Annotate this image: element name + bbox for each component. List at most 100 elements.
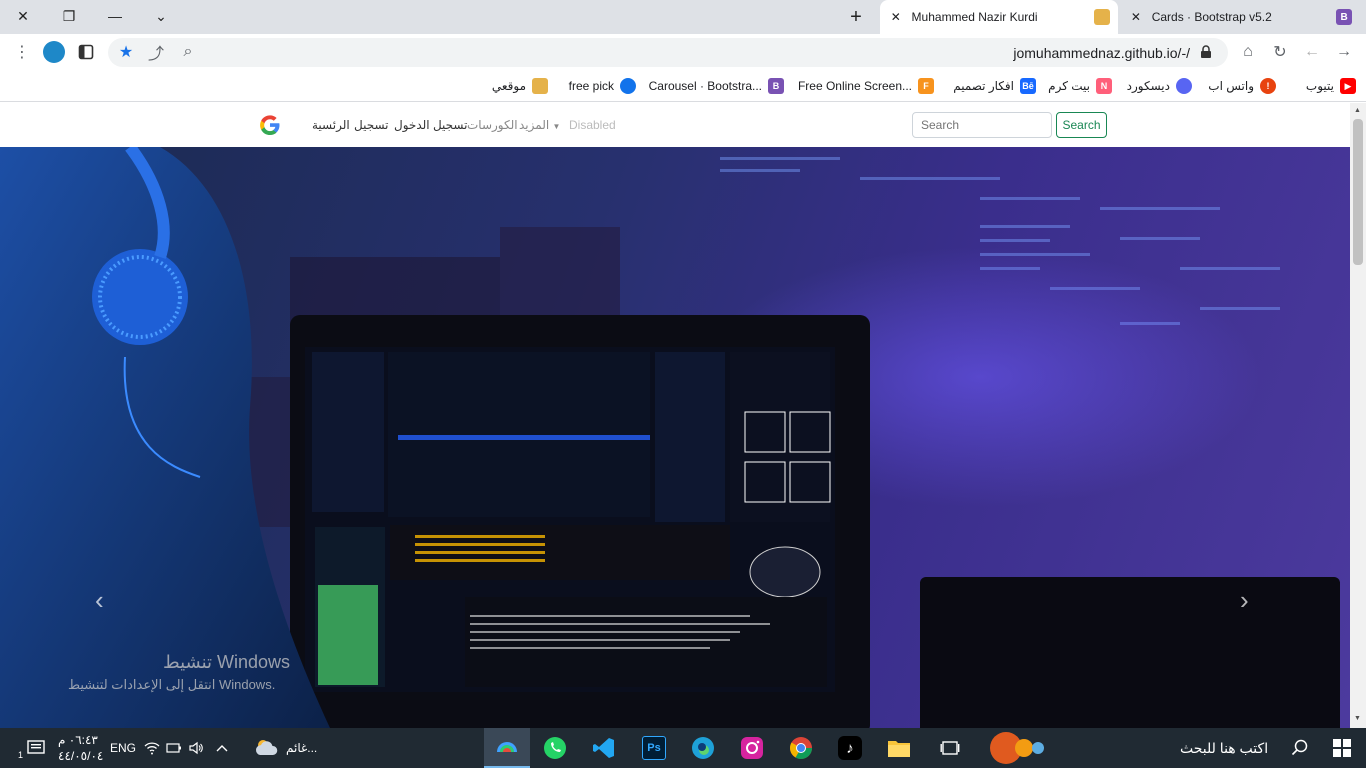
bookmark-star-icon[interactable]: ★ (112, 38, 140, 66)
web-page: الرئسية تسجيل تسجيل الدخول الكورسات المز… (0, 103, 1350, 728)
bookmark-label: افكار تصميم (953, 79, 1014, 93)
tab-title: Muhammed Nazir Kurdi (911, 10, 1038, 24)
nav-more-label: المزيد (519, 118, 550, 132)
nav-courses[interactable]: الكورسات (467, 118, 518, 132)
new-tab-button[interactable]: + (843, 5, 869, 29)
close-tab-icon[interactable]: ✕ (1128, 9, 1144, 25)
page-scrollbar[interactable]: ▲ ▼ (1350, 103, 1366, 728)
close-window-button[interactable]: ✕ (0, 0, 46, 32)
tab-title: Cards · Bootstrap v5.2 (1151, 10, 1272, 24)
language-indicator[interactable]: ENG (110, 741, 136, 755)
vscode-icon[interactable] (588, 732, 620, 764)
close-tab-icon[interactable]: ✕ (888, 9, 904, 25)
discord-icon (1176, 78, 1192, 94)
bookmark-my-site[interactable]: موقعي (492, 77, 548, 95)
bookmark-bayt-karam[interactable]: بيت كرم N (1048, 77, 1112, 95)
home-icon[interactable]: ⌂ (1234, 38, 1262, 66)
bookmark-label: Carousel · Bootstra... (648, 79, 762, 93)
bookmark-carousel-bootstrap[interactable]: Carousel · Bootstra... B (649, 77, 784, 95)
search-input[interactable] (912, 112, 1052, 138)
search-button[interactable]: Search (1056, 112, 1107, 138)
instagram-icon[interactable] (736, 732, 768, 764)
scroll-thumb[interactable] (1353, 119, 1363, 265)
alert-icon: ! (1260, 78, 1276, 94)
clock-time[interactable]: ٠٦:٤٣ م (58, 733, 98, 747)
search-icon[interactable] (1284, 732, 1316, 764)
behance-icon: Bē (1020, 78, 1036, 94)
windows-activation-subtitle: انتقل إلى الإعدادات لتنشيط Windows. (68, 677, 276, 692)
clock-date[interactable]: ٤٤/٠٥/٠٤ (58, 749, 103, 763)
bookmark-discord[interactable]: ديسكورد (1127, 77, 1192, 95)
menu-kebab-icon[interactable]: ⋮ (8, 38, 36, 66)
bookmark-whatsapp[interactable]: واتس اب ! (1208, 77, 1276, 95)
whatsapp-icon[interactable] (539, 732, 571, 764)
taskbar-search-input[interactable]: اكتب هنا للبحث (1180, 740, 1268, 757)
bootstrap-icon: B (768, 78, 784, 94)
address-bar[interactable]: ★ ⤴ ⌕ jomuhammednaz.github.io/-/ (108, 38, 1228, 67)
battery-icon[interactable] (164, 732, 184, 764)
scroll-down-icon[interactable]: ▼ (1354, 715, 1362, 723)
forward-icon[interactable]: ← (1298, 38, 1326, 66)
caret-down-icon: ▼ (552, 122, 561, 131)
bookmark-free-pick[interactable]: free pick (569, 77, 636, 95)
bookmark-label: free pick (568, 79, 614, 93)
bootstrap-favicon-icon: B (1336, 9, 1353, 25)
search-highlight-icon[interactable] (982, 732, 1052, 764)
photoshop-icon[interactable]: Ps (638, 732, 670, 764)
nav-more-dropdown[interactable]: المزيد ▼ (519, 118, 560, 132)
bookmark-label: واتس اب (1208, 79, 1254, 93)
site-favicon-icon (1094, 9, 1110, 25)
bookmark-label: يتيوب (1305, 79, 1334, 93)
profile-avatar[interactable] (40, 38, 68, 66)
volume-icon[interactable] (186, 732, 206, 764)
notification-count: 1 (18, 750, 24, 760)
weather-cloud-icon[interactable] (250, 732, 282, 764)
bookmarks-bar: يتيوب ▶ واتس اب ! ديسكورد بيت كرم N افكا… (0, 71, 1366, 102)
windows-taskbar: 1 ٠٦:٤٣ م ٤٤/٠٥/٠٤ ENG غائم... Ps ♪ اكتب… (0, 728, 1366, 768)
windows-activation-title: تنشيط Windows (163, 652, 291, 672)
edge-browser-icon[interactable] (687, 732, 719, 764)
restore-window-button[interactable]: ❐ (46, 0, 92, 32)
back-icon[interactable]: → (1330, 38, 1358, 66)
bookmark-youtube[interactable]: يتيوب ▶ (1306, 77, 1356, 95)
f-icon: F (918, 78, 934, 94)
carousel-slide: ‹ › (0, 147, 1350, 728)
tab-search-dropdown[interactable]: ⌄ (138, 0, 184, 32)
tab-cards-bootstrap[interactable]: ✕ Cards · Bootstrap v5.2 B (1120, 0, 1360, 34)
chevron-up-icon[interactable] (212, 732, 232, 764)
hero-photo (0, 147, 1340, 728)
nav-register[interactable]: تسجيل (354, 118, 389, 132)
bookmark-label: ديسكورد (1126, 79, 1170, 93)
sidebar-icon[interactable] (72, 38, 100, 66)
lock-icon[interactable] (1192, 38, 1220, 66)
freepik-icon (620, 78, 636, 94)
wifi-icon[interactable] (142, 732, 162, 764)
taskbar-game-icon[interactable] (484, 728, 530, 768)
bookmark-free-online-screen[interactable]: Free Online Screen... F (798, 77, 934, 95)
nav-disabled: Disabled (569, 118, 616, 132)
chrome-icon[interactable] (785, 732, 817, 764)
nav-login[interactable]: تسجيل الدخول (394, 118, 467, 132)
reload-icon[interactable]: ↻ (1266, 38, 1294, 66)
minimize-window-button[interactable]: — (92, 0, 138, 32)
windows-start-icon[interactable] (1326, 732, 1358, 764)
n-icon: N (1096, 78, 1112, 94)
tab-muhammed-nazir-kurdi[interactable]: ✕ Muhammed Nazir Kurdi (880, 0, 1118, 34)
nav-home[interactable]: الرئسية (312, 118, 350, 132)
bookmark-label: Free Online Screen... (797, 79, 912, 93)
tiktok-icon[interactable]: ♪ (834, 732, 866, 764)
carousel-prev-icon[interactable]: ‹ (95, 585, 104, 616)
task-view-icon[interactable] (934, 732, 966, 764)
notification-center-icon[interactable] (20, 732, 52, 764)
weather-text[interactable]: غائم... (286, 741, 317, 755)
bookmark-label: موقعي (491, 79, 526, 93)
carousel-next-icon[interactable]: › (1240, 585, 1249, 616)
share-icon[interactable]: ⤴ (142, 38, 170, 66)
file-explorer-icon[interactable] (883, 732, 915, 764)
search-lens-icon[interactable]: ⌕ (174, 38, 202, 66)
browser-titlebar: ✕ ❐ — ⌄ + ✕ Muhammed Nazir Kurdi ✕ Cards… (0, 0, 1366, 34)
scroll-up-icon[interactable]: ▲ (1354, 107, 1362, 115)
bookmark-design-ideas[interactable]: افكار تصميم Bē (953, 77, 1036, 95)
bookmark-label: بيت كرم (1048, 79, 1090, 93)
google-logo-icon[interactable] (259, 114, 281, 141)
